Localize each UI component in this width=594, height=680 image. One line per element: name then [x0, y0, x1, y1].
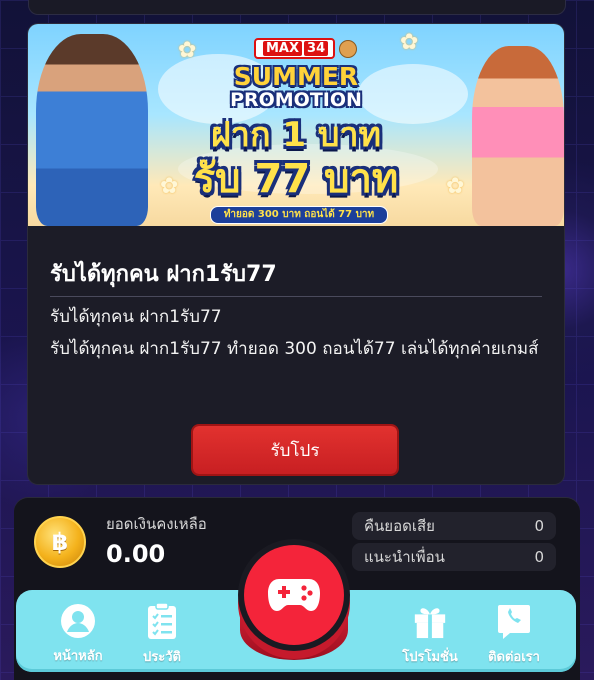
banner-summer-text: SUMMER — [233, 62, 359, 91]
phone-chat-icon — [496, 602, 532, 640]
logo-number: 34 — [304, 41, 329, 56]
cashback-value: 0 — [534, 517, 544, 535]
claim-promotion-button[interactable]: รับโปร — [193, 426, 397, 474]
nav-item-home[interactable]: หน้าหลัก — [40, 602, 116, 666]
promotion-title: รับได้ทุกคน ฝาก1รับ77 — [50, 262, 277, 287]
nav-item-contact[interactable]: ติดต่อเรา — [476, 602, 552, 666]
flower-icon: ✿ — [178, 38, 197, 63]
title-divider — [50, 296, 542, 297]
logo-text: MAX — [263, 41, 303, 56]
cashback-stat[interactable]: คืนยอดเสีย 0 — [352, 512, 556, 540]
baht-coin-icon: ฿ — [34, 516, 86, 568]
gift-icon — [412, 602, 448, 640]
gamepad-icon — [268, 579, 320, 611]
flower-icon: ✿ — [400, 30, 419, 55]
clipboard-icon — [144, 602, 180, 640]
referral-stat[interactable]: แนะนำเพื่อน 0 — [352, 543, 556, 571]
play-games-button[interactable] — [244, 545, 344, 645]
previous-card-edge — [28, 0, 566, 15]
banner-headline-receive: รับ 77 บาท — [193, 156, 399, 202]
nav-item-history[interactable]: ประวัติ — [124, 602, 200, 666]
nav-label: หน้าหลัก — [53, 649, 103, 664]
banner-headline-deposit: ฝาก 1 บาท — [210, 115, 382, 155]
nav-label: ประวัติ — [143, 650, 181, 665]
nav-label: โปรโมชั่น — [402, 650, 458, 665]
balance-label: ยอดเงินคงเหลือ — [106, 515, 207, 533]
mascot-icon — [339, 39, 358, 58]
promotion-card: ✿ ✿ ✿ ✿ MAX 34 SUMMER PROMOTION ฝาก 1 บาท… — [28, 24, 564, 484]
promotion-description: รับได้ทุกคน ฝาก1รับ77 รับได้ทุกคน ฝาก1รั… — [50, 301, 542, 365]
brand-logo: MAX 34 — [254, 38, 358, 59]
balance-value: 0.00 — [106, 540, 166, 568]
user-icon — [60, 602, 96, 639]
description-line: รับได้ทุกคน ฝาก1รับ77 ทำยอด 300 ถอนได้77… — [50, 339, 539, 359]
referral-label: แนะนำเพื่อน — [364, 548, 445, 566]
promotion-banner-image[interactable]: ✿ ✿ ✿ ✿ MAX 34 SUMMER PROMOTION ฝาก 1 บาท… — [28, 24, 564, 226]
banner-condition: ทำยอด 300 บาท ถอนได้ 77 บาท — [210, 206, 388, 224]
banner-promotion-text: PROMOTION — [230, 89, 362, 111]
description-line: รับได้ทุกคน ฝาก1รับ77 — [50, 307, 222, 327]
nav-item-promotion[interactable]: โปรโมชั่น — [392, 602, 468, 666]
nav-label: ติดต่อเรา — [488, 650, 540, 665]
referral-value: 0 — [534, 548, 544, 566]
cashback-label: คืนยอดเสีย — [364, 517, 435, 535]
